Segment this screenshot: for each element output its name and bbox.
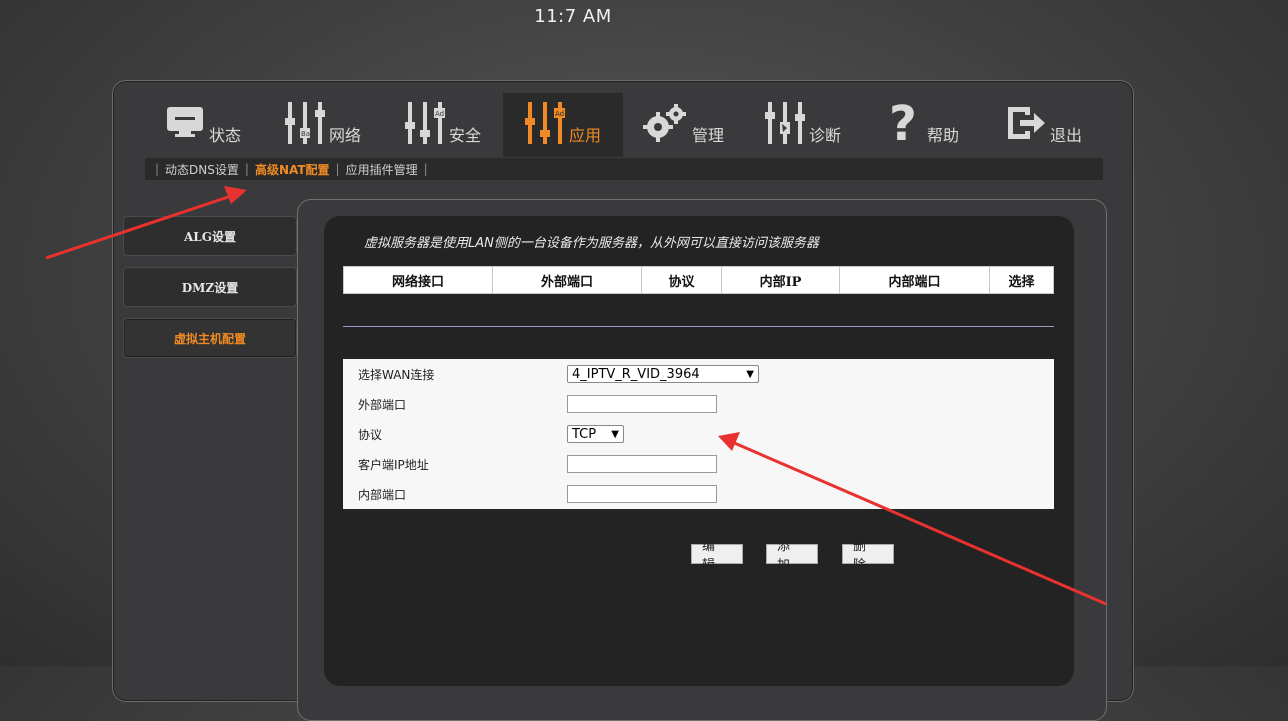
nav-label: 安全 — [448, 126, 481, 145]
column-header: 选择 — [989, 266, 1054, 294]
question-icon: ? — [887, 96, 923, 152]
divider: | — [423, 162, 428, 176]
column-header: 协议 — [641, 266, 722, 294]
nav-diagnostics[interactable]: 诊断 — [743, 93, 863, 157]
delete-button[interactable]: 删除 — [842, 539, 894, 573]
virtual-server-table: 网络接口 外部端口 协议 内部IP 内部端口 选择 — [343, 266, 1054, 294]
nav-label: 管理 — [691, 126, 724, 145]
action-buttons: 编辑 添加 删除 — [691, 539, 917, 573]
column-header: 外部端口 — [492, 266, 642, 294]
column-header: 内部端口 — [839, 266, 990, 294]
rule-form: 选择WAN连接 4_IPTV_R_VID_3964 ▼ 外部端口 协议 TCP … — [343, 359, 1054, 509]
subnav-plugins[interactable]: 应用插件管理 — [346, 161, 418, 178]
column-header: 内部IP — [721, 266, 840, 294]
dropdown-arrow-icon: ▼ — [746, 368, 754, 380]
protocol-label: 协议 — [358, 427, 383, 442]
table-header-row: 网络接口 外部端口 协议 内部IP 内部端口 选择 — [343, 266, 1054, 294]
side-item-dmz[interactable]: DMZ设置 — [123, 267, 297, 307]
divider: | — [244, 162, 249, 176]
edit-button[interactable]: 编辑 — [691, 539, 743, 573]
form-row-wan: 选择WAN连接 4_IPTV_R_VID_3964 ▼ — [358, 364, 759, 384]
content-frame: 虚拟服务器是使用LAN侧的一台设备作为服务器，从外网可以直接访问该服务器 网络接… — [297, 199, 1107, 721]
add-button[interactable]: 添加 — [766, 539, 818, 573]
form-row-client-ip: 客户端IP地址 — [358, 454, 717, 474]
sliders-icon: Ba — [284, 100, 325, 150]
nav-logout[interactable]: 退出 — [983, 93, 1103, 157]
svg-text:Ad: Ad — [555, 110, 564, 118]
side-item-virtual-host[interactable]: 虚拟主机配置 — [123, 318, 297, 358]
nav-label: 帮助 — [926, 126, 959, 145]
content-panel: 虚拟服务器是使用LAN侧的一台设备作为服务器，从外网可以直接访问该服务器 网络接… — [324, 216, 1074, 686]
ext-port-label: 外部端口 — [358, 397, 407, 412]
exit-icon — [1004, 103, 1046, 147]
subnav-ddns[interactable]: 动态DNS设置 — [165, 161, 239, 178]
router-admin-window: 状态 Ba 网络 Ad 安全 Ad 应用 管理 诊断 ? 帮助 退出 | 动态D… — [112, 80, 1134, 721]
svg-text:?: ? — [889, 100, 917, 146]
nav-label: 诊断 — [808, 126, 841, 145]
clock: 11:7 AM — [534, 6, 612, 27]
client-ip-label: 客户端IP地址 — [358, 457, 429, 472]
nav-status[interactable]: 状态 — [143, 93, 263, 157]
side-menu: ALG设置 DMZ设置 虚拟主机配置 — [123, 216, 297, 369]
form-row-protocol: 协议 TCP ▼ — [358, 424, 624, 444]
divider: | — [335, 162, 340, 176]
svg-text:Ba: Ba — [301, 130, 310, 138]
sliders-icon: Ad — [524, 100, 565, 150]
form-row-ext-port: 外部端口 — [358, 394, 717, 414]
nav-management[interactable]: 管理 — [623, 93, 743, 157]
page-description: 虚拟服务器是使用LAN侧的一台设备作为服务器，从外网可以直接访问该服务器 — [364, 236, 819, 251]
side-item-alg[interactable]: ALG设置 — [123, 216, 297, 256]
int-port-input[interactable] — [567, 485, 717, 503]
nav-label: 状态 — [208, 126, 241, 145]
sliders-icon — [764, 100, 805, 150]
nav-label: 网络 — [328, 126, 361, 145]
form-row-int-port: 内部端口 — [358, 484, 717, 504]
protocol-select[interactable]: TCP ▼ — [567, 425, 624, 443]
divider: | — [155, 162, 160, 176]
svg-text:Ad: Ad — [435, 110, 444, 118]
monitor-icon — [165, 103, 205, 147]
sub-nav: | 动态DNS设置 | 高级NAT配置 | 应用插件管理 | — [145, 158, 1103, 180]
nav-label: 应用 — [568, 126, 601, 145]
nav-help[interactable]: ? 帮助 — [863, 93, 983, 157]
column-header: 网络接口 — [343, 266, 493, 294]
ext-port-input[interactable] — [567, 395, 717, 413]
nav-security[interactable]: Ad 安全 — [383, 93, 503, 157]
wan-select-value: 4_IPTV_R_VID_3964 — [572, 366, 700, 382]
wan-select[interactable]: 4_IPTV_R_VID_3964 ▼ — [567, 365, 759, 383]
nav-network[interactable]: Ba 网络 — [263, 93, 383, 157]
divider — [343, 326, 1054, 327]
nav-application[interactable]: Ad 应用 — [503, 93, 623, 157]
sliders-icon: Ad — [404, 100, 445, 150]
nav-label: 退出 — [1049, 126, 1082, 145]
int-port-label: 内部端口 — [358, 487, 407, 502]
dropdown-arrow-icon: ▼ — [611, 428, 619, 440]
subnav-advanced-nat[interactable]: 高级NAT配置 — [255, 161, 330, 178]
wan-label: 选择WAN连接 — [358, 367, 435, 382]
client-ip-input[interactable] — [567, 455, 717, 473]
protocol-select-value: TCP — [572, 426, 597, 442]
top-nav: 状态 Ba 网络 Ad 安全 Ad 应用 管理 诊断 ? 帮助 退出 — [143, 93, 1103, 157]
gear-icon — [642, 103, 688, 147]
